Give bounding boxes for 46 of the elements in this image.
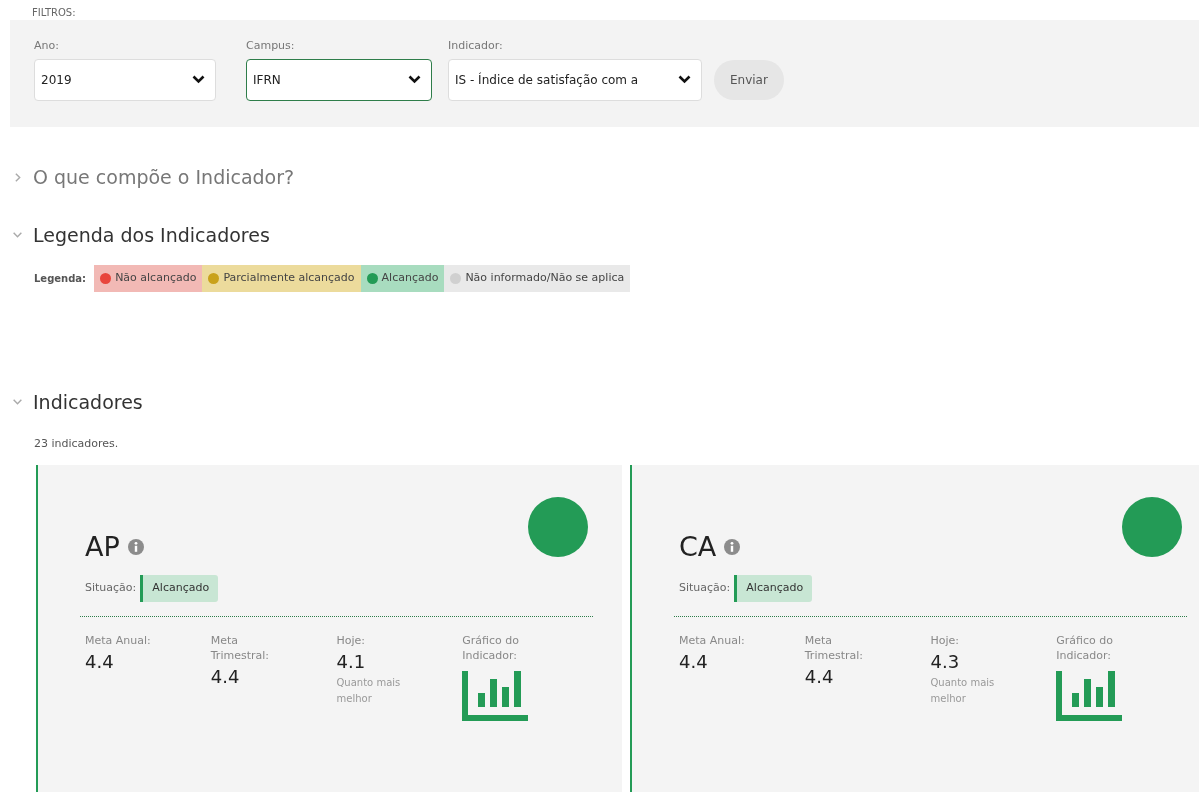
hint-text: Quanto mais melhor xyxy=(336,675,402,706)
indicator-code: CA xyxy=(679,529,717,564)
select-field[interactable]: IFRN xyxy=(246,58,432,101)
section-title[interactable]: Legenda dos Indicadores xyxy=(33,220,270,249)
metric-value: 4.4 xyxy=(85,649,115,674)
metric-value: 4.4 xyxy=(679,649,709,674)
caret-icon xyxy=(408,75,421,84)
info-icon[interactable] xyxy=(724,538,741,555)
select-field[interactable]: IS - Índice de satisfação com a xyxy=(448,58,702,101)
caret-icon xyxy=(192,75,205,84)
field-label: Campus: xyxy=(246,38,296,54)
legend-label: Legenda: xyxy=(34,271,87,286)
metric-value: 4.4 xyxy=(804,665,835,690)
hint-text: Quanto mais melhor xyxy=(930,675,996,706)
metric-value: 4.3 xyxy=(930,649,961,674)
field-label: Ano: xyxy=(34,38,60,54)
metric-value: 4.1 xyxy=(336,649,367,674)
metric-label: Hoje: xyxy=(930,632,961,648)
field-label: Indicador: xyxy=(448,38,504,54)
section-title[interactable]: O que compõe o Indicador? xyxy=(33,163,295,192)
metric-label: Meta Anual: xyxy=(85,632,152,648)
legend-text: Não informado/Não se aplica xyxy=(465,270,625,286)
bar-chart-icon[interactable] xyxy=(462,671,529,722)
situation-label: Situação: xyxy=(679,580,731,596)
legend-text: Não alcançado xyxy=(115,270,197,286)
situation-tag: Alcançado xyxy=(734,575,813,602)
metric-label: Meta Anual: xyxy=(679,632,746,648)
select-field[interactable]: 2019 xyxy=(34,58,216,101)
metric-label: Gráfico do Indicador: xyxy=(1056,632,1114,664)
metric-label: Meta Trimestral: xyxy=(804,632,864,664)
filter-legend: FILTROS: xyxy=(32,5,76,20)
metric-label: Meta Trimestral: xyxy=(210,632,270,664)
legend-text: Parcialmente alcançado xyxy=(223,270,355,286)
situation-label: Situação: xyxy=(85,580,137,596)
metric-value: 4.4 xyxy=(210,665,241,690)
send-button[interactable]: Enviar xyxy=(714,59,784,100)
metric-label: Hoje: xyxy=(336,632,367,648)
section-title[interactable]: Indicadores xyxy=(33,387,143,416)
indicator-code: AP xyxy=(85,529,120,564)
caret-icon xyxy=(678,75,691,84)
metric-label: Gráfico do Indicador: xyxy=(462,632,520,664)
situation-tag: Alcançado xyxy=(140,575,219,602)
indicator-count: 23 indicadores. xyxy=(33,436,120,452)
info-icon[interactable] xyxy=(127,538,144,555)
legend-text: Alcançado xyxy=(381,270,439,286)
bar-chart-icon[interactable] xyxy=(1056,671,1123,722)
